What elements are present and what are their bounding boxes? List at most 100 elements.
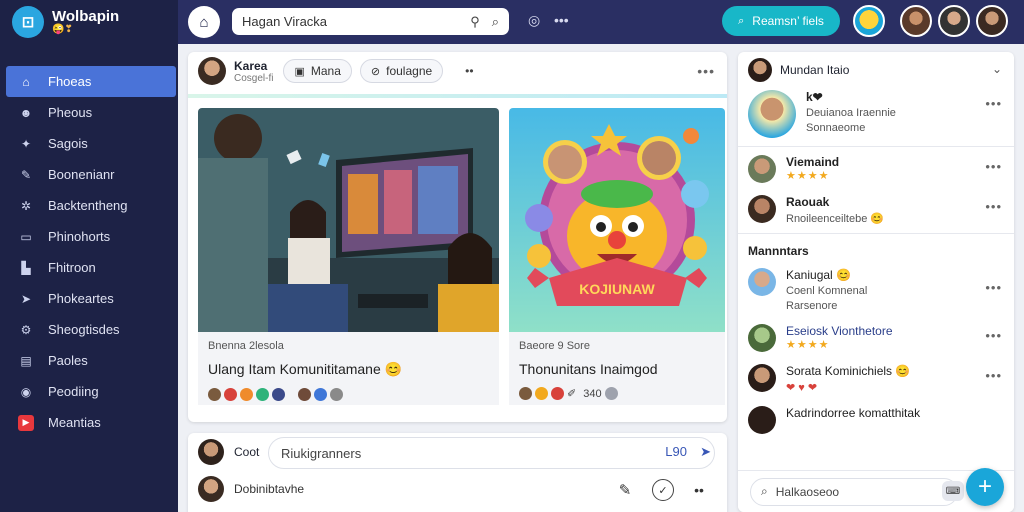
sidebar-item-people[interactable]: ☻ Pheous — [0, 97, 178, 128]
composer-input[interactable]: Riukigranners — [268, 437, 715, 469]
add-button[interactable]: + — [966, 468, 1004, 506]
more-options-icon[interactable]: ••• — [985, 280, 1002, 295]
member-item[interactable]: Kadrindorreе komatthitak — [738, 400, 1014, 440]
sidebar-item-card[interactable]: ▭ Phinohorts — [0, 221, 178, 252]
pill-button[interactable]: ⊘ foulagne — [359, 59, 444, 83]
reaction-icon[interactable]: ✐ — [567, 387, 576, 400]
notification-icon[interactable]: ◎ — [528, 12, 540, 29]
reaction-avatar[interactable] — [330, 388, 343, 401]
reaction-avatar[interactable] — [256, 388, 269, 401]
reaction-avatar[interactable] — [240, 388, 253, 401]
friend-item[interactable]: Raouak Rnoileеncеiltebe 😊 ••• — [738, 189, 1014, 231]
more-options-icon[interactable]: ••• — [985, 328, 1002, 343]
reaction-avatar[interactable] — [208, 388, 221, 401]
user-sub: Sonnaeome — [806, 122, 866, 134]
media-caption: Baeore 9 Sore Thonunitans Inaimgod ✐ 340 — [509, 332, 725, 405]
info-icon[interactable] — [604, 387, 618, 400]
edit-icon[interactable]: ✎ — [614, 479, 636, 501]
sidebar-item-label: Fhoeas — [48, 74, 92, 89]
media-tile[interactable]: Bnenna 2lesola Ulang Itam Komunititamane… — [198, 108, 499, 405]
media-caption: Bnenna 2lesola Ulang Itam Komunititamane… — [198, 332, 499, 405]
send-icon: ➤ — [20, 291, 32, 306]
more-icon[interactable]: ••• — [554, 12, 569, 28]
sidebar-item-label: Meantias — [48, 415, 101, 430]
sidebar-item-label: Phokeartes — [48, 291, 114, 306]
video-icon: ▶ — [18, 414, 34, 431]
user-avatar[interactable] — [198, 476, 224, 502]
banner-text: KOJIUNAW — [579, 281, 655, 297]
card-icon: ▭ — [20, 229, 32, 244]
sidebar-item-video[interactable]: ▶ Meantias — [0, 407, 178, 438]
pen-icon: ✎ — [20, 167, 32, 182]
home-logo-icon[interactable]: ⌂ — [188, 6, 220, 38]
sidebar-item-send[interactable]: ➤ Phokeartes — [0, 283, 178, 314]
emoji-avatar[interactable] — [853, 5, 885, 37]
heart-icon[interactable] — [224, 388, 237, 401]
sidebar-item-home[interactable]: ⌂ Fhoeas — [6, 66, 176, 97]
voice-search-icon[interactable]: ⚲ — [470, 14, 480, 30]
more-options-icon[interactable]: ••• — [985, 368, 1002, 383]
panel-search-input[interactable]: ⌕ Halkaoseoo — [750, 477, 958, 506]
sidebar-item-list[interactable]: ▤ Paoles — [0, 345, 178, 376]
panel-header[interactable]: Mundan Itaio ⌄ — [738, 52, 1014, 88]
reaction-avatar[interactable] — [298, 388, 311, 401]
reaction-avatar[interactable] — [535, 387, 548, 400]
sidebar-item-pen[interactable]: ✎ Boonenianr — [0, 159, 178, 190]
user-avatar[interactable] — [938, 5, 970, 37]
more-options-icon[interactable]: ••• — [697, 63, 715, 79]
user-avatar — [748, 155, 776, 183]
friend-text: Viemaind ★★★★ — [786, 155, 839, 182]
search-input[interactable] — [242, 14, 459, 29]
member-item[interactable]: Kaniugal 😊 Coenl Komnenal Rarsenore ••• — [738, 262, 1014, 318]
member-text: Kadrindorreе komatthitak — [786, 406, 920, 420]
sidebar-item-settings[interactable]: ⚙ Sheogtisdes — [0, 314, 178, 345]
image-icon: ▣ — [294, 65, 305, 78]
user-avatar[interactable] — [900, 5, 932, 37]
friend-item[interactable]: Viemaind ★★★★ ••• — [738, 149, 1014, 189]
user-name: Kadrindorreе komatthitak — [786, 406, 921, 420]
sidebar-item-book[interactable]: ▙ Fhitroon — [0, 252, 178, 283]
user-avatar — [748, 58, 772, 82]
chevron-down-icon[interactable]: ⌄ — [992, 62, 1002, 76]
user-avatar — [748, 364, 776, 392]
expand-icon[interactable]: •• — [465, 64, 473, 78]
section-title: Mannntars — [748, 244, 809, 258]
pill-button[interactable]: ▣ Mana — [283, 59, 352, 83]
brand[interactable]: ⊡ Wolbapin 😜❣ — [0, 0, 178, 44]
more-options-icon[interactable]: ••• — [985, 159, 1002, 174]
featured-text: k❤ Deuianoa Iraennie Sonnaeome — [806, 90, 896, 134]
search-icon[interactable]: ⌕ — [492, 14, 499, 30]
user-name: Kaniugal 😊 — [786, 268, 851, 282]
check-icon[interactable]: ✓ — [652, 479, 674, 501]
more-options-icon[interactable]: ••• — [985, 199, 1002, 214]
post-author[interactable]: Karea — [234, 59, 273, 73]
member-item[interactable]: Sorata Kominichiels 😊 ❤ ♥ ❤ ••• — [738, 358, 1014, 400]
member-item[interactable]: Eseiosk Vionthetore ★★★★ ••• — [738, 318, 1014, 358]
reaction-row — [208, 388, 489, 401]
reaction-avatar[interactable] — [519, 387, 532, 400]
sidebar-item-clock[interactable]: ◉ Peodiing — [0, 376, 178, 407]
search-icon: ⌕ — [738, 14, 745, 27]
rating-stars: ★★★★ — [786, 170, 830, 182]
send-icon[interactable]: ➤ — [700, 444, 711, 460]
reaction-avatar[interactable] — [272, 388, 285, 401]
search-bar[interactable]: ⚲ ⌕ — [232, 8, 509, 35]
user-avatar[interactable] — [198, 439, 224, 465]
heart-icon[interactable] — [551, 387, 564, 400]
sidebar-item-gear[interactable]: ✲ Backtentheng — [0, 190, 178, 221]
upgrade-button[interactable]: ⌕ Reamsn’ fiels — [722, 6, 840, 36]
user-sub: Deuianoa Iraennie — [806, 107, 896, 119]
author-avatar[interactable] — [198, 57, 226, 85]
media-tile[interactable]: KOJIUNAW Baeore 9 Sore Thonunitans Inaim… — [509, 108, 725, 405]
topbar: ⌂ ⚲ ⌕ ◎ ••• ⌕ Reamsn’ fiels — [178, 0, 1024, 44]
more-options-icon[interactable]: ••• — [985, 96, 1002, 111]
tag-icon: ⊘ — [370, 65, 381, 78]
gear-icon: ✲ — [20, 198, 32, 213]
more-icon[interactable]: •• — [688, 479, 710, 501]
featured-user[interactable]: k❤ Deuianoa Iraennie Sonnaeome ••• — [738, 88, 1014, 144]
user-avatar[interactable] — [976, 5, 1008, 37]
keyboard-icon[interactable]: ⌨ — [942, 481, 964, 501]
clock-icon: ◉ — [20, 384, 32, 399]
reaction-avatar[interactable] — [314, 388, 327, 401]
sidebar-item-star[interactable]: ✦ Sagois — [0, 128, 178, 159]
